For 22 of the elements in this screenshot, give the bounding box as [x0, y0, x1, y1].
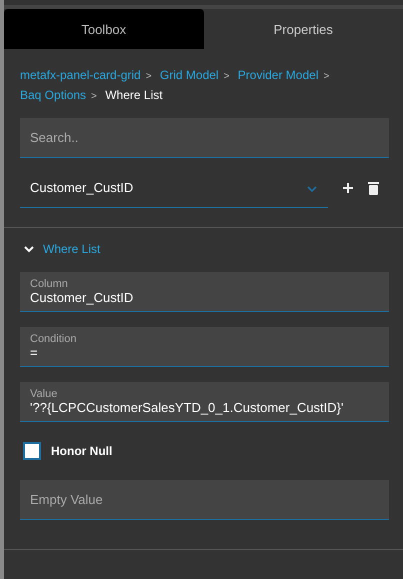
breadcrumb-separator: >: [323, 71, 330, 82]
breadcrumb-separator: >: [146, 71, 152, 82]
text-field[interactable]: Column Customer_CustID: [20, 272, 389, 312]
breadcrumb-current: Where List: [105, 88, 163, 102]
tab[interactable]: Toolbox: [4, 9, 204, 49]
input-field[interactable]: Empty Value: [20, 480, 389, 520]
text-field[interactable]: Value '??{LCPCCustomerSalesYTD_0_1.Customer_CustID}': [20, 382, 389, 422]
text-field[interactable]: Condition =: [20, 327, 389, 367]
breadcrumb-link[interactable]: Provider Model: [238, 68, 318, 82]
breadcrumb-link[interactable]: Baq Options: [20, 88, 86, 102]
checkbox-box[interactable]: [23, 442, 41, 460]
add-icon[interactable]: [342, 182, 354, 194]
dropdown[interactable]: Customer_CustID: [20, 168, 328, 208]
checkbox[interactable]: Honor Null: [23, 442, 112, 460]
chevron-down-icon: [306, 185, 318, 193]
trash-icon[interactable]: [368, 182, 379, 194]
breadcrumb-link[interactable]: Grid Model: [160, 68, 219, 82]
search-field[interactable]: Search..: [20, 118, 389, 158]
breadcrumb-separator: >: [224, 71, 230, 82]
section-header[interactable]: Where List: [20, 242, 100, 256]
breadcrumb-separator: >: [91, 91, 97, 102]
breadcrumb-link[interactable]: metafx-panel-card-grid: [20, 68, 141, 82]
